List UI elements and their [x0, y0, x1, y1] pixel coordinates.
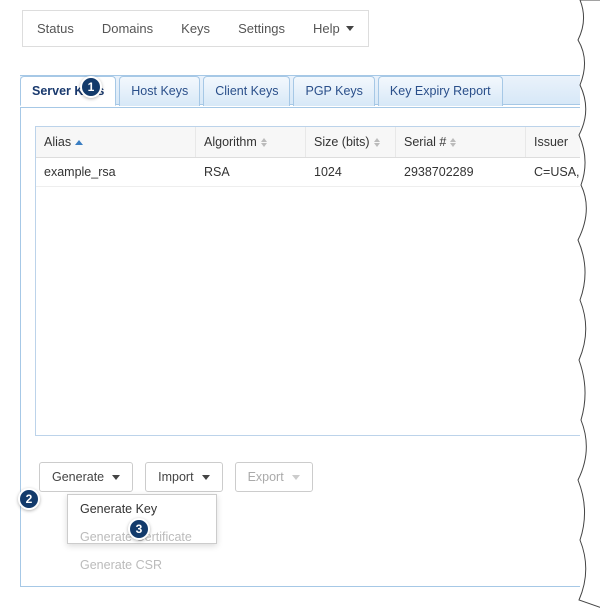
sort-both-icon — [261, 138, 267, 147]
tab-server-keys[interactable]: Server Keys — [20, 76, 116, 106]
cell-algorithm: RSA — [196, 158, 306, 186]
nav-help[interactable]: Help — [299, 11, 368, 46]
nav-settings[interactable]: Settings — [224, 11, 299, 46]
nav-domains[interactable]: Domains — [88, 11, 167, 46]
chevron-down-icon — [292, 475, 300, 480]
col-serial[interactable]: Serial # — [396, 127, 526, 157]
col-issuer[interactable]: Issuer — [526, 127, 584, 157]
col-size[interactable]: Size (bits) — [306, 127, 396, 157]
callout-3: 3 — [128, 518, 150, 540]
col-algorithm[interactable]: Algorithm — [196, 127, 306, 157]
table-body[interactable]: example_rsa RSA 1024 2938702289 C=USA, — [36, 158, 584, 435]
tab-host-keys[interactable]: Host Keys — [119, 76, 200, 106]
callout-2: 2 — [18, 488, 40, 510]
generate-button[interactable]: Generate — [39, 462, 133, 492]
tab-key-expiry[interactable]: Key Expiry Report — [378, 76, 503, 106]
export-button[interactable]: Export — [235, 462, 313, 492]
sort-asc-icon — [75, 140, 83, 145]
chevron-down-icon — [112, 475, 120, 480]
tab-client-keys[interactable]: Client Keys — [203, 76, 290, 106]
table-header: Alias Algorithm Size (bits) Serial # Iss… — [36, 127, 584, 158]
sort-both-icon — [450, 138, 456, 147]
chevron-down-icon — [202, 475, 210, 480]
menu-generate-csr: Generate CSR — [68, 551, 216, 579]
import-button[interactable]: Import — [145, 462, 222, 492]
nav-status[interactable]: Status — [23, 11, 88, 46]
cell-serial: 2938702289 — [396, 158, 526, 186]
cell-size: 1024 — [306, 158, 396, 186]
keys-table: Alias Algorithm Size (bits) Serial # Iss… — [35, 126, 585, 436]
tab-pgp-keys[interactable]: PGP Keys — [293, 76, 374, 106]
top-nav: Status Domains Keys Settings Help — [22, 10, 369, 47]
cell-alias: example_rsa — [36, 158, 196, 186]
table-row[interactable]: example_rsa RSA 1024 2938702289 C=USA, — [36, 158, 584, 187]
tab-row: Server Keys Host Keys Client Keys PGP Ke… — [20, 75, 600, 105]
chevron-down-icon — [346, 26, 354, 31]
tab-panel: Alias Algorithm Size (bits) Serial # Iss… — [20, 107, 600, 587]
callout-1: 1 — [80, 76, 102, 98]
col-alias[interactable]: Alias — [36, 127, 196, 157]
nav-keys[interactable]: Keys — [167, 11, 224, 46]
cell-issuer: C=USA, — [526, 158, 584, 186]
sort-both-icon — [374, 138, 380, 147]
